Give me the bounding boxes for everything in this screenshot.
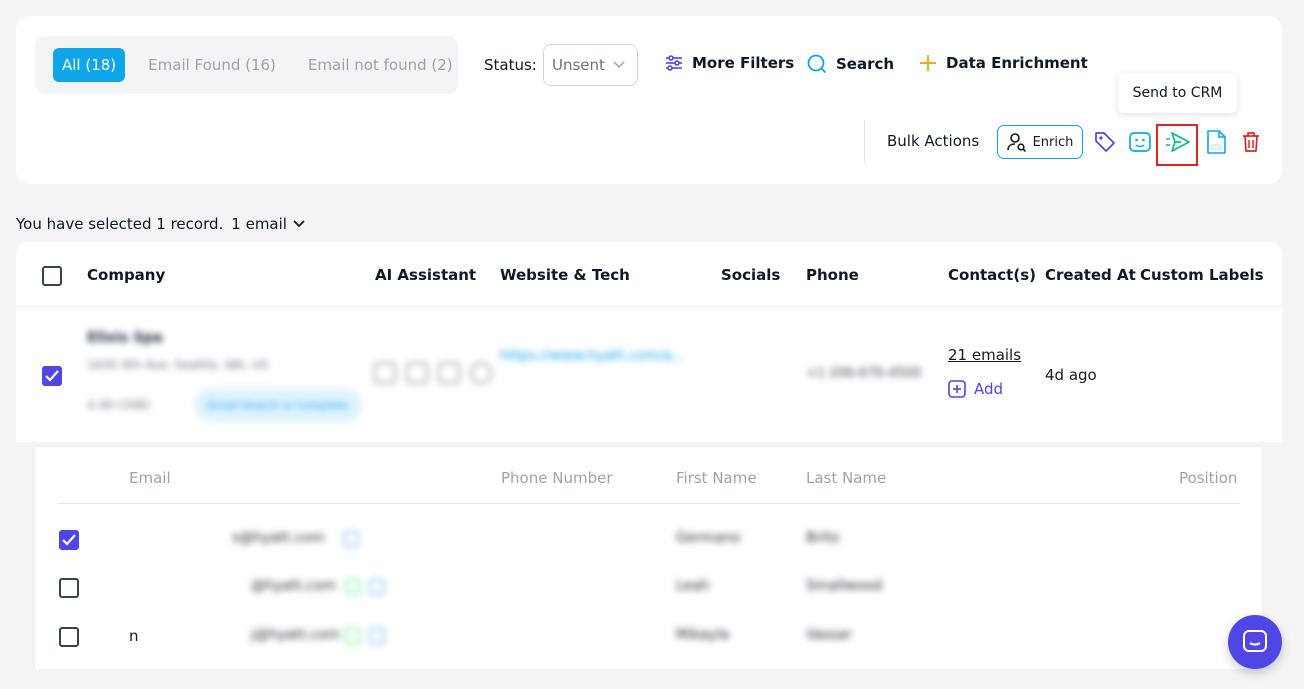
ai-assistant-icons <box>374 362 492 384</box>
company-address: 1635 9th Ave, Seattle, WA, US <box>87 358 269 372</box>
header-created-at[interactable]: Created At <box>1045 266 1136 284</box>
page-bottom <box>0 669 1304 689</box>
search-label: Search <box>836 55 895 73</box>
chat-icon[interactable] <box>470 362 492 384</box>
selection-info: You have selected 1 record. 1 email <box>16 215 305 233</box>
contacts-subtable: Email Phone Number First Name Last Name … <box>35 447 1262 669</box>
status-badge: Email Search is Complete <box>194 388 362 422</box>
tab-all[interactable]: All (18) <box>53 48 126 82</box>
status-select[interactable]: Unsent <box>543 44 638 86</box>
contact-last-name: Smallwood <box>806 578 883 594</box>
contact-email[interactable]: j@hyatt.com <box>251 627 340 643</box>
created-at-value: 4d ago <box>1045 366 1097 384</box>
divider <box>864 120 865 164</box>
subheader-phone-number: Phone Number <box>501 469 613 487</box>
search-icon <box>807 54 827 74</box>
enrich-label: Enrich <box>1032 134 1074 150</box>
contact-row-checkbox[interactable] <box>59 578 79 598</box>
data-enrichment-label: Data Enrichment <box>946 54 1088 72</box>
send-icon[interactable] <box>374 362 396 384</box>
header-website-tech[interactable]: Website & Tech <box>500 266 630 284</box>
contact-last-name: Brito <box>806 530 840 546</box>
subheader-first-name: First Name <box>676 469 757 487</box>
header-company[interactable]: Company <box>87 266 165 284</box>
csv-export-icon[interactable] <box>1203 129 1229 155</box>
add-contact-label: Add <box>974 380 1004 398</box>
header-divider <box>16 306 1282 307</box>
header-ai-assistant[interactable]: AI Assistant <box>375 266 476 284</box>
trash-icon[interactable] <box>1238 129 1264 155</box>
contact-email[interactable]: s@hyatt.com <box>232 530 324 546</box>
top-toolbar-card: All (18) Email Found (16) Email not foun… <box>16 16 1282 184</box>
contact-first-name: Germano <box>676 530 741 546</box>
add-contact-button[interactable]: Add <box>948 380 1003 398</box>
status-label: Status: <box>484 56 537 74</box>
send-to-crm-icon[interactable] <box>1165 129 1191 155</box>
header-contacts[interactable]: Contact(s) <box>948 266 1036 284</box>
robot-icon[interactable] <box>1127 129 1153 155</box>
grid-icon[interactable] <box>406 362 428 384</box>
subheader-last-name: Last Name <box>806 469 887 487</box>
chat-bubble-icon <box>1243 630 1267 652</box>
contact-row-checkbox[interactable] <box>59 627 79 647</box>
selection-emails-label: 1 email <box>231 215 287 233</box>
tag-icon[interactable] <box>1092 129 1118 155</box>
send-to-crm-tooltip: Send to CRM <box>1118 73 1237 113</box>
tab-email-not-found[interactable]: Email not found (2) <box>299 48 462 82</box>
verified-icon <box>345 628 361 644</box>
selection-text: You have selected 1 record. <box>16 215 224 233</box>
header-custom-labels[interactable]: Custom Labels <box>1140 266 1264 284</box>
verified-icon <box>345 579 361 595</box>
company-rating: 4.40 (348) <box>87 398 150 412</box>
chevron-down-icon <box>613 61 625 69</box>
copy-icon[interactable] <box>369 628 385 644</box>
calendar-icon[interactable] <box>438 362 460 384</box>
subheader-email: Email <box>129 469 171 487</box>
tab-email-found[interactable]: Email Found (16) <box>139 48 285 82</box>
more-filters-label: More Filters <box>692 54 795 72</box>
contact-row-checkbox[interactable] <box>59 530 79 550</box>
contact-first-name: Mikayla <box>676 627 730 643</box>
contacts-emails-link[interactable]: 21 emails <box>948 346 1021 364</box>
check-icon <box>45 370 59 382</box>
bulk-actions-label: Bulk Actions <box>887 132 980 150</box>
subheader-position: Position <box>1179 469 1238 487</box>
company-table: Company AI Assistant Website & Tech Soci… <box>16 242 1282 442</box>
check-icon <box>62 534 76 546</box>
subheader-divider <box>57 503 1240 504</box>
filter-tabs: All (18) Email Found (16) Email not foun… <box>35 36 458 94</box>
header-socials[interactable]: Socials <box>721 266 780 284</box>
copy-icon[interactable] <box>343 531 359 547</box>
user-search-icon <box>1006 133 1026 152</box>
select-all-checkbox[interactable] <box>42 266 62 286</box>
plus-square-icon <box>948 380 966 398</box>
company-name[interactable]: Elixis Spa <box>87 330 163 346</box>
enrich-button[interactable]: Enrich <box>997 125 1083 159</box>
data-enrichment-button[interactable]: Data Enrichment <box>919 54 1088 72</box>
phone-value: +1 206-676-4500 <box>806 366 922 381</box>
search-button[interactable]: Search <box>807 54 894 74</box>
more-filters-button[interactable]: More Filters <box>665 54 794 72</box>
contact-last-name: Vassar <box>806 627 852 643</box>
website-link[interactable]: https://www.hyatt.com/a... <box>500 348 685 364</box>
contact-first-name: Leah <box>676 578 710 594</box>
row-checkbox[interactable] <box>42 366 62 386</box>
copy-icon[interactable] <box>369 579 385 595</box>
selection-emails-dropdown[interactable]: 1 email <box>231 215 305 233</box>
support-chat-button[interactable] <box>1228 615 1282 669</box>
plus-icon <box>920 55 936 71</box>
chevron-down-icon <box>293 220 305 228</box>
sliders-icon <box>666 55 682 71</box>
contact-name-prefix: n <box>129 627 139 645</box>
status-value: Unsent <box>552 56 605 74</box>
header-phone[interactable]: Phone <box>806 266 859 284</box>
contact-email[interactable]: @hyatt.com <box>251 578 336 594</box>
